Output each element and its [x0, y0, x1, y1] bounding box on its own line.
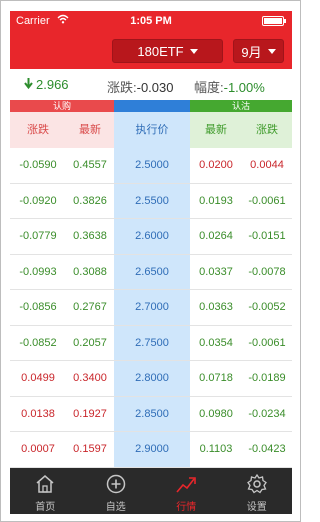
- call-latest-cell: 0.3826: [73, 194, 107, 207]
- strike-cell: 2.6000: [135, 230, 169, 242]
- put-change-cell: -0.0189: [248, 372, 286, 384]
- put-latest-cell: 0.0337: [199, 265, 233, 278]
- table-row[interactable]: 0.0138 0.1927 2.8500 0.0980 -0.0234: [10, 397, 292, 432]
- tab-watchlist[interactable]: 自选: [81, 468, 152, 514]
- call-change-cell: 0.0499: [21, 372, 55, 384]
- plus-circle-icon: [105, 473, 127, 495]
- change-value: -0.030: [136, 80, 174, 95]
- strike-cell: 2.8500: [135, 407, 169, 420]
- strike-group-band: [114, 100, 190, 112]
- underlying-selector[interactable]: 180ETF: [112, 39, 223, 63]
- price-value: 2.966: [36, 77, 69, 92]
- put-change-cell: -0.0151: [248, 230, 286, 242]
- call-latest-cell: 0.3088: [73, 265, 107, 278]
- column-header-row: 涨跌 最新 执行价 最新 涨跌: [10, 112, 292, 148]
- call-change-cell: -0.0993: [19, 265, 57, 278]
- strike-cell: 2.8000: [135, 372, 169, 384]
- put-change-cell: -0.0423: [248, 443, 286, 455]
- month-selector[interactable]: 9月: [233, 39, 284, 63]
- tab-settings[interactable]: 设置: [222, 468, 293, 514]
- call-change-cell: -0.0856: [19, 301, 57, 313]
- tab-home[interactable]: 首页: [10, 468, 81, 514]
- put-latest-cell: 0.0200: [199, 159, 233, 171]
- put-latest-cell: 0.0354: [199, 336, 233, 349]
- call-latest-cell: 0.3400: [73, 372, 107, 384]
- col-call-change[interactable]: 涨跌: [10, 112, 66, 148]
- call-group-label: 认购: [10, 100, 114, 112]
- table-row[interactable]: -0.0779 0.3638 2.6000 0.0264 -0.0151: [10, 219, 292, 255]
- strike-cell: 2.9000: [135, 443, 169, 455]
- strike-cell: 2.6500: [135, 265, 169, 278]
- put-latest-cell: 0.0363: [199, 301, 233, 313]
- amplitude-value: -1.00%: [223, 80, 265, 95]
- table-row[interactable]: -0.0993 0.3088 2.6500 0.0337 -0.0078: [10, 255, 292, 290]
- col-put-latest[interactable]: 最新: [190, 112, 242, 148]
- call-latest-cell: 0.1597: [73, 443, 107, 455]
- screenshot-frame: Carrier 1:05 PM 180ETF 9月 2.966 涨跌:-0.03…: [0, 0, 301, 522]
- put-group-label: 认沽: [190, 100, 292, 112]
- call-change-cell: 0.0138: [21, 407, 55, 420]
- put-change-cell: -0.0061: [248, 194, 286, 207]
- home-icon: [34, 473, 56, 495]
- call-latest-cell: 0.1927: [73, 407, 107, 420]
- table-row[interactable]: 0.0499 0.3400 2.8000 0.0718 -0.0189: [10, 361, 292, 397]
- gear-icon: [246, 473, 268, 495]
- put-latest-cell: 0.1103: [199, 443, 233, 455]
- call-latest-cell: 0.2057: [73, 336, 107, 349]
- price-change: 涨跌:-0.030: [107, 77, 174, 96]
- amplitude-label: 幅度:: [194, 80, 224, 95]
- call-change-cell: -0.0920: [19, 194, 57, 207]
- strike-cell: 2.7000: [135, 301, 169, 313]
- change-label: 涨跌:: [107, 80, 137, 95]
- table-row[interactable]: -0.0920 0.3826 2.5500 0.0193 -0.0061: [10, 184, 292, 219]
- tab-bar: 首页 自选 行情 设置: [10, 468, 292, 514]
- call-change-cell: -0.0779: [19, 230, 57, 242]
- trend-icon: [175, 473, 197, 495]
- status-time: 1:05 PM: [130, 15, 172, 27]
- put-latest-cell: 0.0264: [199, 230, 233, 242]
- put-change-cell: -0.0078: [248, 265, 286, 278]
- underlying-label: 180ETF: [137, 43, 184, 59]
- col-put-change[interactable]: 涨跌: [242, 112, 292, 148]
- tab-label: 行情: [176, 502, 197, 513]
- put-change-cell: -0.0061: [248, 336, 286, 349]
- tab-market[interactable]: 行情: [151, 468, 222, 514]
- call-change-cell: 0.0007: [21, 443, 55, 455]
- put-change-cell: 0.0044: [250, 159, 284, 171]
- put-latest-cell: 0.0980: [199, 407, 233, 420]
- table-row[interactable]: 0.0007 0.1597 2.9000 0.1103 -0.0423: [10, 432, 292, 468]
- call-latest-cell: 0.2767: [73, 301, 107, 313]
- tab-label: 设置: [246, 502, 267, 513]
- col-call-latest[interactable]: 最新: [66, 112, 114, 148]
- call-latest-cell: 0.3638: [73, 230, 107, 242]
- tab-label: 首页: [35, 502, 56, 513]
- battery-icon: [262, 16, 286, 26]
- table-row[interactable]: -0.0856 0.2767 2.7000 0.0363 -0.0052: [10, 290, 292, 326]
- call-latest-cell: 0.4557: [73, 159, 107, 171]
- underlying-price: 2.966: [24, 77, 69, 92]
- table-row[interactable]: -0.0590 0.4557 2.5000 0.0200 0.0044: [10, 148, 292, 184]
- status-bar: Carrier 1:05 PM: [10, 11, 292, 31]
- strike-cell: 2.7500: [135, 336, 169, 349]
- strike-cell: 2.5000: [135, 159, 169, 171]
- call-change-cell: -0.0590: [19, 159, 57, 171]
- month-label: 9月: [241, 44, 262, 60]
- put-latest-cell: 0.0193: [199, 194, 233, 207]
- price-amplitude: 幅度:-1.00%: [194, 77, 265, 96]
- col-strike[interactable]: 执行价: [114, 112, 190, 148]
- put-change-cell: -0.0234: [248, 407, 286, 420]
- header-bar: Carrier 1:05 PM 180ETF 9月: [10, 11, 292, 69]
- arrow-down-icon: [24, 77, 33, 92]
- table-row[interactable]: -0.0852 0.2057 2.7500 0.0354 -0.0061: [10, 326, 292, 361]
- chevron-down-icon: [189, 48, 198, 54]
- strike-cell: 2.5500: [135, 194, 169, 207]
- phone-screen: Carrier 1:05 PM 180ETF 9月 2.966 涨跌:-0.03…: [10, 11, 292, 514]
- chevron-down-icon: [267, 48, 276, 54]
- call-change-cell: -0.0852: [19, 336, 57, 349]
- tab-label: 自选: [105, 502, 126, 513]
- quote-bar: 2.966 涨跌:-0.030 幅度:-1.00%: [10, 69, 292, 100]
- column-group-header: 认购 认沽: [10, 100, 292, 112]
- put-change-cell: -0.0052: [248, 301, 286, 313]
- put-latest-cell: 0.0718: [199, 372, 233, 384]
